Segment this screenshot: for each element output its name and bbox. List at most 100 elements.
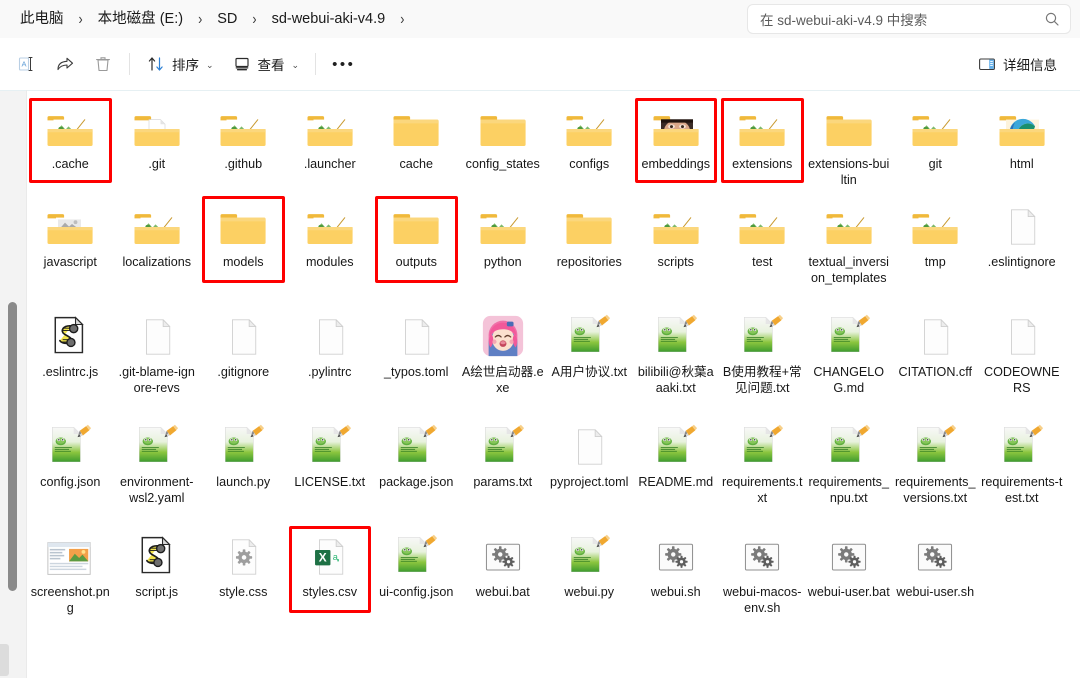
file-item[interactable]: requirements_versions.txt [892, 417, 979, 527]
sort-arrows-icon [148, 57, 163, 71]
file-notepad-icon [44, 423, 96, 469]
breadcrumb-item[interactable]: 此电脑 [14, 9, 70, 30]
file-item[interactable]: git [892, 99, 979, 197]
breadcrumb-item[interactable]: 本地磁盘 (E:) [92, 9, 189, 30]
file-item[interactable]: localizations [114, 197, 201, 307]
file-item[interactable]: .eslintrc.js [27, 307, 114, 417]
file-item[interactable]: scripts [633, 197, 720, 307]
file-item[interactable]: cache [373, 99, 460, 197]
file-item[interactable]: .git-blame-ignore-revs [114, 307, 201, 417]
folder-preview-icon [477, 203, 529, 249]
file-item[interactable]: textual_inversion_templates [806, 197, 893, 307]
file-item[interactable]: bilibili@秋葉aaaki.txt [633, 307, 720, 417]
file-item[interactable]: webui.sh [633, 527, 720, 647]
navigation-pane [0, 90, 26, 678]
file-name-label: launch.py [216, 475, 271, 489]
file-name-label: configs [569, 157, 610, 171]
file-item[interactable]: config.json [27, 417, 114, 527]
file-blank-icon [390, 313, 442, 359]
file-item[interactable]: Xa styles.csv [287, 526, 374, 647]
file-item[interactable]: config_states [460, 99, 547, 197]
file-item[interactable]: README.md [633, 417, 720, 527]
file-item[interactable]: params.txt [460, 417, 547, 527]
folder-plain-icon [390, 105, 442, 151]
file-item[interactable]: webui-user.bat [806, 527, 893, 647]
details-pane-button[interactable]: 详细信息 [968, 48, 1066, 80]
file-name-label: textual_inversion_templates [808, 255, 889, 286]
delete-button[interactable] [84, 48, 122, 80]
file-item[interactable]: requirements.txt [719, 417, 806, 527]
file-item[interactable]: _typos.toml [373, 307, 460, 417]
file-item[interactable]: embeddings [633, 98, 720, 197]
file-item[interactable]: CODEOWNERS [979, 307, 1066, 417]
view-button[interactable]: 查看 ⌄ [223, 48, 309, 80]
svg-text:A: A [21, 60, 26, 69]
file-name-label: bilibili@秋葉aaaki.txt [637, 365, 714, 396]
file-item[interactable]: webui.py [546, 527, 633, 647]
view-label: 查看 [257, 58, 285, 73]
file-name-label: styles.csv [302, 585, 358, 599]
nav-scrollbar-thumb[interactable] [7, 301, 18, 592]
file-name-label: CODEOWNERS [983, 365, 1060, 396]
file-notepad-icon [477, 423, 529, 469]
file-item[interactable]: html [979, 99, 1066, 197]
file-item[interactable]: tmp [892, 197, 979, 307]
rename-button[interactable]: A [8, 48, 46, 80]
file-item[interactable]: modules [287, 197, 374, 307]
address-bar: 此电脑 › 本地磁盘 (E:) › SD › sd-webui-aki-v4.9 › 在 sd… [0, 0, 1080, 38]
file-item[interactable]: .gitignore [200, 307, 287, 417]
file-item[interactable]: .git [114, 99, 201, 197]
search-icon [1045, 12, 1059, 26]
file-item[interactable]: CITATION.cff [892, 307, 979, 417]
sort-button[interactable]: 排序 ⌄ [137, 48, 223, 80]
file-item[interactable]: extensions [719, 98, 806, 197]
file-item[interactable]: .eslintignore [979, 197, 1066, 307]
breadcrumb-item[interactable]: SD [211, 9, 243, 30]
file-item[interactable]: requirements-test.txt [979, 417, 1066, 527]
file-item[interactable]: pyproject.toml [546, 417, 633, 527]
file-item[interactable]: configs [546, 99, 633, 197]
file-item[interactable]: models [200, 196, 287, 307]
file-item[interactable]: .cache [27, 98, 114, 197]
file-item[interactable]: requirements_npu.txt [806, 417, 893, 527]
file-item[interactable]: webui-macos-env.sh [719, 527, 806, 647]
breadcrumb-item[interactable]: sd-webui-aki-v4.9 [266, 9, 392, 30]
file-notepad-icon [390, 423, 442, 469]
file-item[interactable]: package.json [373, 417, 460, 527]
file-item[interactable]: python [460, 197, 547, 307]
file-item[interactable]: .pylintrc [287, 307, 374, 417]
file-item[interactable]: webui.bat [460, 527, 547, 647]
file-item[interactable]: launch.py [200, 417, 287, 527]
file-notepad-icon [650, 423, 702, 469]
folder-preview-icon [650, 203, 702, 249]
search-box[interactable]: 在 sd-webui-aki-v4.9 中搜索 [748, 5, 1070, 33]
trash-icon [96, 57, 110, 72]
more-options-button[interactable]: ••• [323, 48, 364, 80]
file-item[interactable]: .github [200, 99, 287, 197]
folder-photo-icon [650, 105, 702, 151]
file-item[interactable]: webui-user.sh [892, 527, 979, 647]
share-button[interactable] [46, 48, 84, 80]
file-item[interactable]: javascript [27, 197, 114, 307]
file-name-label: script.js [135, 585, 179, 599]
file-item[interactable]: CHANGELOG.md [806, 307, 893, 417]
file-item[interactable]: style.css [200, 527, 287, 647]
file-name-label: LICENSE.txt [294, 475, 366, 489]
file-item[interactable]: extensions-builtin [806, 99, 893, 197]
file-item[interactable]: script.js [114, 527, 201, 647]
file-item[interactable]: test [719, 197, 806, 307]
file-item[interactable]: environment-wsl2.yaml [114, 417, 201, 527]
file-item[interactable]: B使用教程+常见问题.txt [719, 307, 806, 417]
file-list-pane[interactable]: .cache .git .github .launcher cache config_st… [27, 90, 1080, 678]
file-item[interactable]: A用户协议.txt [546, 307, 633, 417]
file-item[interactable]: repositories [546, 197, 633, 307]
file-name-label: webui-macos-env.sh [723, 585, 802, 616]
file-item[interactable]: .launcher [287, 99, 374, 197]
search-input[interactable]: 在 sd-webui-aki-v4.9 中搜索 [760, 9, 1044, 29]
file-item[interactable]: outputs [373, 196, 460, 307]
file-item[interactable]: ui-config.json [373, 527, 460, 647]
folder-preview-icon [44, 105, 96, 151]
file-item[interactable]: A绘世启动器.exe [460, 307, 547, 417]
file-item[interactable]: screenshot.png [27, 527, 114, 647]
file-item[interactable]: LICENSE.txt [287, 417, 374, 527]
